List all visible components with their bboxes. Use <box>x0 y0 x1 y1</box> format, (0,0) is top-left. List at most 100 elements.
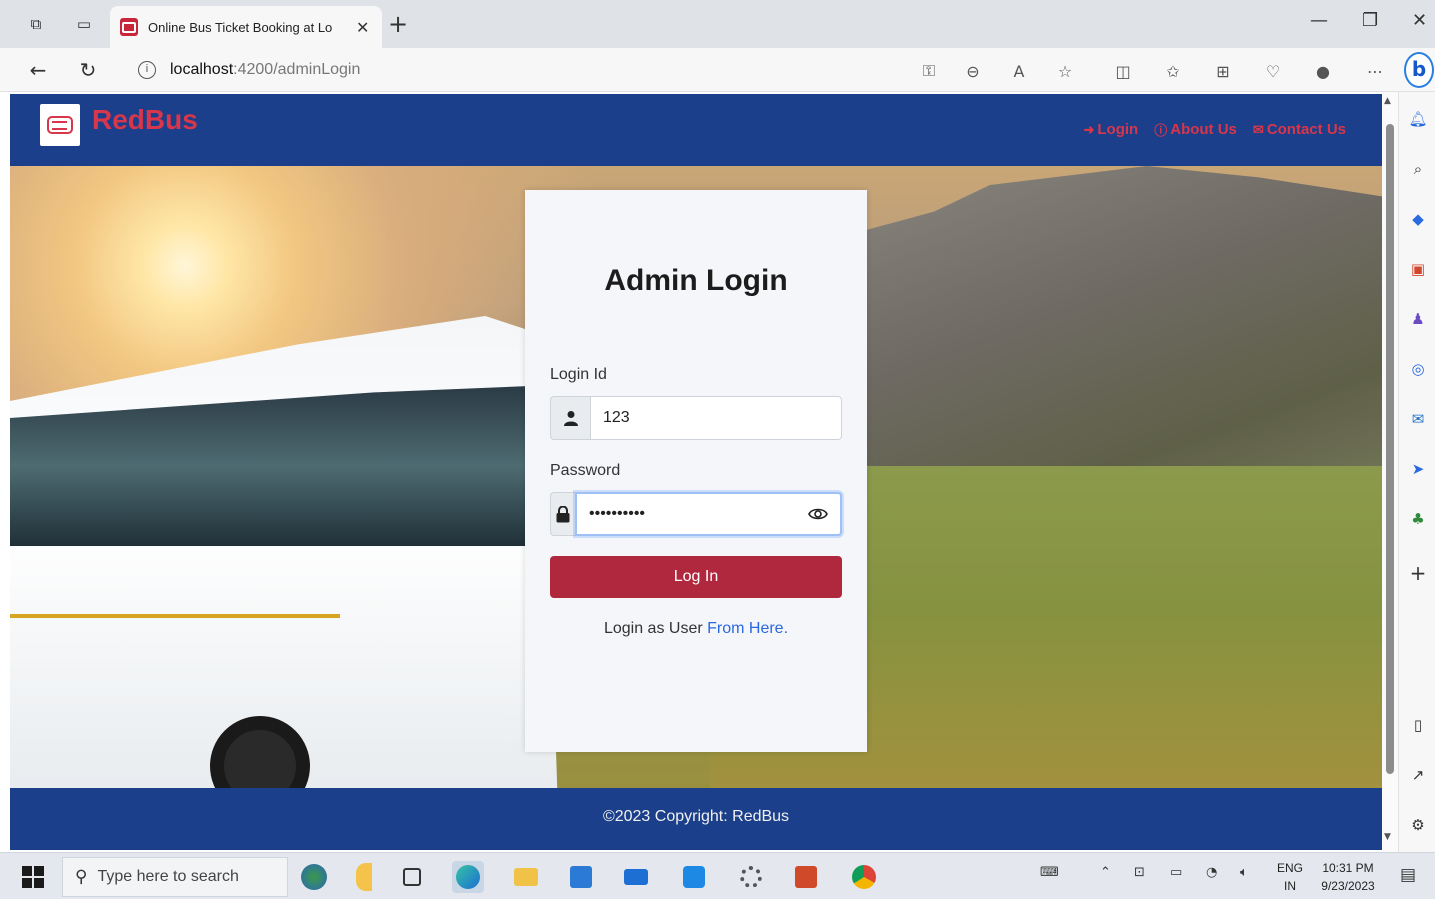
footer-copyright: ©2023 Copyright: RedBus <box>602 808 790 825</box>
login-title: Admin Login <box>604 264 788 297</box>
login-button[interactable]: Log In <box>550 556 842 598</box>
show-hidden-icons-icon[interactable]: ⌃ <box>1100 865 1111 880</box>
profile-avatar-icon[interactable]: ● <box>1312 60 1334 82</box>
nav-about-label: About Us <box>1170 121 1237 138</box>
lock-icon <box>550 492 575 536</box>
tab-title: Online Bus Ticket Booking at Lo <box>148 19 333 35</box>
collections-icon[interactable]: ⊞ <box>1212 60 1234 82</box>
volume-icon[interactable]: 🔈︎ <box>1240 865 1248 880</box>
weather-widget-icon[interactable] <box>298 861 330 893</box>
browser-tab-active[interactable]: Online Bus Ticket Booking at Lo ✕ <box>110 6 382 48</box>
more-menu-icon[interactable]: ⋯ <box>1364 60 1386 82</box>
url-field[interactable]: i localhost:4200/adminLogin <box>128 54 1388 86</box>
browser-essentials-icon[interactable]: ♡ <box>1262 60 1284 82</box>
clock[interactable]: 10:31 PM 9/23/2023 <box>1310 861 1386 893</box>
password-label: Password <box>550 462 621 479</box>
redbus-logo[interactable] <box>40 104 80 146</box>
office-icon[interactable]: ◎ <box>1407 358 1429 380</box>
add-sidebar-app-icon[interactable]: + <box>1407 561 1429 585</box>
nav-about-link[interactable]: ⓘ About Us <box>1154 120 1237 139</box>
favorites-icon[interactable]: ✩ <box>1162 60 1184 82</box>
games-icon[interactable]: ♟ <box>1407 308 1429 330</box>
minimize-icon[interactable]: — <box>1310 10 1328 31</box>
info-circle-icon: ⓘ <box>1154 123 1168 138</box>
taskbar-search-placeholder: Type here to search <box>97 868 239 885</box>
new-tab-icon[interactable]: + <box>388 10 408 38</box>
notification-bell-icon[interactable]: 🔔︎ <box>1407 108 1429 130</box>
tools-briefcase-icon[interactable]: ▣ <box>1407 258 1429 280</box>
tree-icon[interactable]: ♣ <box>1407 508 1429 530</box>
taskbar-search-box[interactable]: ⚲ Type here to search <box>62 857 288 897</box>
chrome-icon[interactable] <box>848 861 880 893</box>
drop-icon[interactable]: ➤ <box>1407 458 1429 480</box>
page-viewport: RedBus ➜ Login ⓘ About Us ✉ Contact Us A… <box>10 94 1382 850</box>
nav-login-label: Login <box>1097 121 1139 138</box>
address-bar: ← ↻ i localhost:4200/adminLogin ⚿ ⊖ A ☆ … <box>0 48 1435 92</box>
battery-icon[interactable]: ▭ <box>1170 865 1182 880</box>
envelope-icon: ✉ <box>1252 121 1264 137</box>
open-external-icon[interactable]: ↗ <box>1407 764 1429 786</box>
site-navbar: RedBus ➜ Login ⓘ About Us ✉ Contact Us <box>10 94 1382 166</box>
file-explorer-icon[interactable] <box>510 861 542 893</box>
network-icon[interactable]: ◔ <box>1206 865 1217 880</box>
back-arrow-icon[interactable]: ← <box>24 56 52 84</box>
powerpoint-icon[interactable] <box>790 861 822 893</box>
page-scrollbar-thumb[interactable] <box>1386 124 1394 774</box>
sidebar-settings-gear-icon[interactable]: ⚙ <box>1407 814 1429 836</box>
user-login-link[interactable]: From Here. <box>707 620 788 637</box>
bus-logo-icon <box>47 116 73 134</box>
login-id-input[interactable] <box>590 396 842 440</box>
shopping-tag-icon[interactable]: ◆ <box>1407 208 1429 230</box>
site-info-icon[interactable]: i <box>138 61 156 79</box>
language-indicator[interactable]: ENG IN <box>1270 861 1310 893</box>
outlook-icon[interactable]: ✉ <box>1407 408 1429 430</box>
scroll-down-arrow-icon[interactable]: ▼ <box>1384 832 1391 842</box>
bing-copilot-icon[interactable]: b <box>1404 52 1434 88</box>
url-text: localhost:4200/adminLogin <box>170 61 361 78</box>
settings-gear-icon[interactable] <box>735 861 767 893</box>
restore-icon[interactable]: ❐ <box>1362 10 1378 31</box>
search-icon[interactable]: ⌕ <box>1407 158 1429 180</box>
zoom-icon[interactable]: ⊖ <box>962 60 984 82</box>
password-group <box>550 492 842 536</box>
user-icon <box>550 396 590 440</box>
meet-now-icon[interactable]: ⊡ <box>1134 865 1145 880</box>
clock-time: 10:31 PM <box>1322 861 1374 875</box>
edge-browser-icon[interactable] <box>452 861 484 893</box>
site-footer: ©2023 Copyright: RedBus <box>10 788 1382 850</box>
login-id-group <box>550 396 842 440</box>
notification-center-icon[interactable]: ▤ <box>1400 865 1416 885</box>
user-login-prefix: Login as User <box>603 620 703 637</box>
clock-date: 9/23/2023 <box>1321 879 1375 893</box>
read-aloud-icon[interactable]: A <box>1008 60 1030 82</box>
store-icon[interactable] <box>565 861 597 893</box>
refresh-icon[interactable]: ↻ <box>74 56 102 84</box>
keyboard-icon[interactable]: ⌨ <box>1040 865 1059 880</box>
split-screen-icon[interactable]: ◫ <box>1112 60 1134 82</box>
widgets-icon[interactable] <box>348 861 380 893</box>
workspaces-icon[interactable]: ⧉ <box>24 12 48 36</box>
close-tab-icon[interactable]: ✕ <box>356 18 369 37</box>
sidebar-panel-icon[interactable]: ▯ <box>1407 714 1429 736</box>
scroll-up-arrow-icon[interactable]: ▲ <box>1384 96 1391 106</box>
nav-login-link[interactable]: ➜ Login <box>1083 120 1138 139</box>
user-login-line: Login as User From Here. <box>525 620 867 638</box>
browser-tab-strip: ⧉ ▭ Online Bus Ticket Booking at Lo ✕ + … <box>0 0 1435 48</box>
favorite-star-icon[interactable]: ☆ <box>1054 60 1076 82</box>
brand-name[interactable]: RedBus <box>92 104 198 136</box>
windows-taskbar: ⚲ Type here to search ⌨ ⌃ ⊡ ▭ ◔ 🔈︎ ENG I… <box>0 852 1435 899</box>
nav-contact-link[interactable]: ✉ Contact Us <box>1253 120 1346 139</box>
edge-sidebar: 🔔︎ ⌕ ◆ ▣ ♟ ◎ ✉ ➤ ♣ + ▯ ↗ ⚙ <box>1398 92 1435 852</box>
tab-actions-icon[interactable]: ▭ <box>72 12 96 36</box>
close-window-icon[interactable]: ✕ <box>1412 10 1427 31</box>
password-input[interactable] <box>575 492 842 536</box>
vscode-icon[interactable] <box>678 861 710 893</box>
nav-links: ➜ Login ⓘ About Us ✉ Contact Us <box>1083 120 1346 139</box>
nav-contact-label: Contact Us <box>1266 121 1346 138</box>
show-password-eye-icon[interactable] <box>808 504 828 524</box>
windows-start-icon[interactable] <box>22 866 44 888</box>
login-id-label: Login Id <box>550 366 607 383</box>
key-icon[interactable]: ⚿ <box>918 60 940 82</box>
mail-icon[interactable] <box>620 861 652 893</box>
task-view-icon[interactable] <box>396 861 428 893</box>
